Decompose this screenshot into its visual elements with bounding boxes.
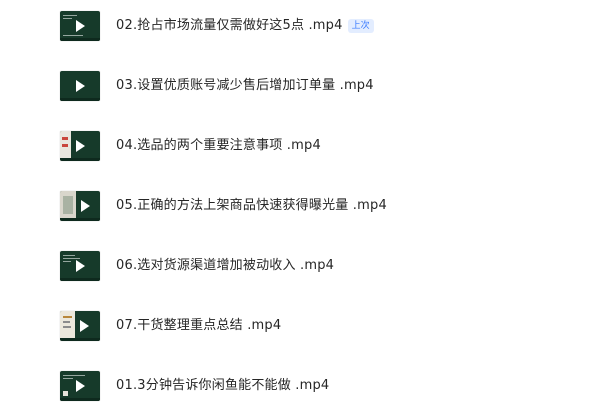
- file-row[interactable]: 07.干货整理重点总结 .mp4: [0, 306, 600, 350]
- file-row[interactable]: 03.设置优质账号减少售后增加订单量 .mp4: [0, 66, 600, 110]
- file-row[interactable]: 02.抢占市场流量仅需做好这5点 .mp4 上次: [0, 6, 600, 50]
- video-thumbnail-icon: [60, 251, 100, 281]
- video-thumbnail-icon: [60, 11, 100, 41]
- video-thumbnail-icon: [60, 371, 100, 401]
- play-icon: [76, 140, 85, 152]
- file-row[interactable]: 05.正确的方法上架商品快速获得曝光量 .mp4: [0, 186, 600, 230]
- video-thumbnail-icon: [60, 191, 100, 221]
- file-row[interactable]: 01.3分钟告诉你闲鱼能不能做 .mp4: [0, 366, 600, 410]
- file-name: 06.选对货源渠道增加被动收入 .mp4: [116, 258, 335, 273]
- file-list-page: 02.抢占市场流量仅需做好这5点 .mp4 上次 03.设置优质账号减少售后增加订…: [0, 0, 600, 417]
- file-name: 04.选品的两个重要注意事项 .mp4: [116, 138, 321, 153]
- play-icon: [81, 200, 90, 212]
- file-name: 07.干货整理重点总结 .mp4: [116, 318, 282, 333]
- last-viewed-badge: 上次: [347, 19, 374, 33]
- play-icon: [76, 80, 85, 92]
- file-name: 02.抢占市场流量仅需做好这5点 .mp4 上次: [116, 18, 374, 34]
- play-icon: [76, 380, 85, 392]
- file-name: 01.3分钟告诉你闲鱼能不能做 .mp4: [116, 378, 330, 393]
- play-icon: [76, 260, 85, 272]
- video-thumbnail-icon: [60, 131, 100, 161]
- play-icon: [80, 320, 89, 332]
- file-name: 05.正确的方法上架商品快速获得曝光量 .mp4: [116, 198, 387, 213]
- file-row[interactable]: 04.选品的两个重要注意事项 .mp4: [0, 126, 600, 170]
- play-icon: [76, 20, 85, 32]
- video-thumbnail-icon: [60, 311, 100, 341]
- video-thumbnail-icon: [60, 71, 100, 101]
- file-name: 03.设置优质账号减少售后增加订单量 .mp4: [116, 78, 374, 93]
- file-row[interactable]: 06.选对货源渠道增加被动收入 .mp4: [0, 246, 600, 290]
